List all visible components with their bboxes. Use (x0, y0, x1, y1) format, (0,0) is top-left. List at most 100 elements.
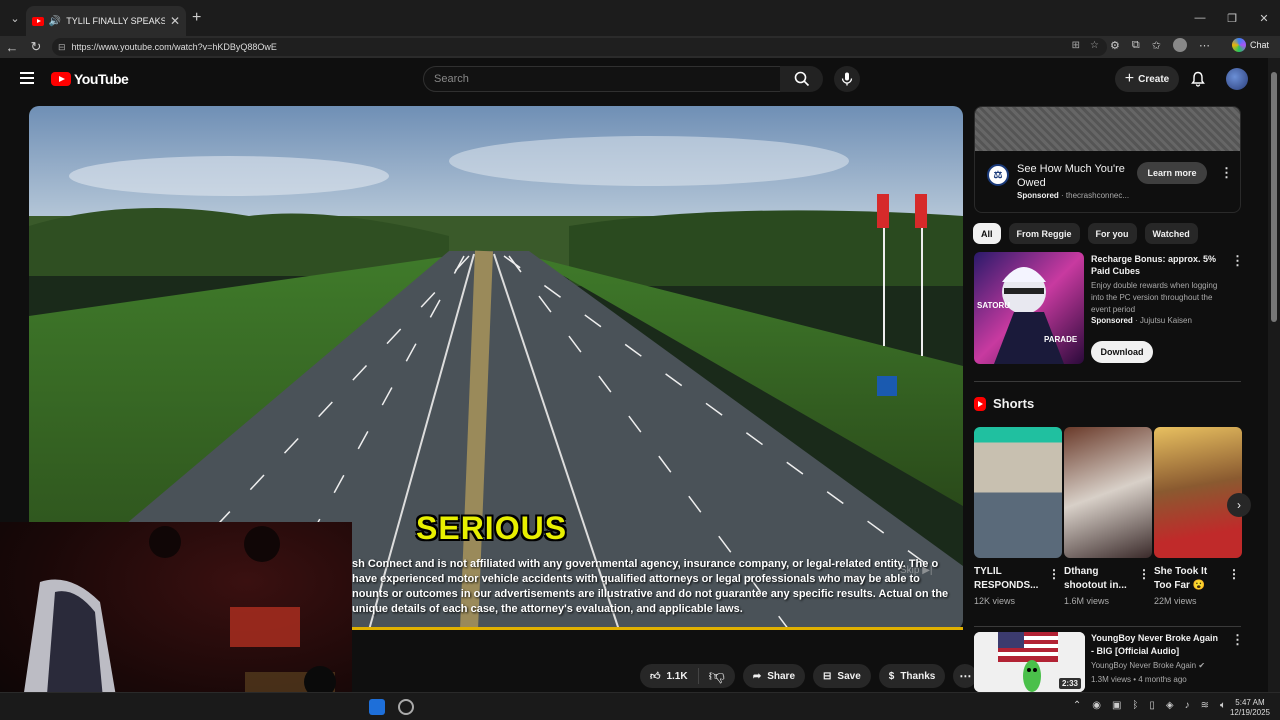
notifications-button[interactable] (1189, 70, 1207, 88)
guide-menu-icon[interactable] (20, 72, 34, 84)
nvidia-icon[interactable]: ▣ (1112, 700, 1121, 711)
battery-icon[interactable]: ▯ (1149, 700, 1155, 711)
video-title[interactable]: YoungBoy Never Broke Again - BIG [Offici… (1091, 632, 1221, 658)
video-caption: SERIOUS (416, 510, 568, 546)
reload-icon[interactable]: ↻ (24, 39, 48, 55)
ad-sponsored-line: Sponsored · thecrashconnec... (1017, 191, 1130, 200)
profile-avatar[interactable] (1172, 38, 1187, 52)
promo-title[interactable]: Recharge Bonus: approx. 5% Paid Cubes (1091, 253, 1226, 277)
video-meta: 1.3M views • 4 months ago (1091, 675, 1187, 684)
account-avatar[interactable] (1226, 68, 1248, 90)
ad-advertiser-logo-icon: ⚖ (987, 164, 1009, 186)
plus-icon: + (1124, 70, 1135, 87)
share-label: Share (767, 670, 796, 682)
minimize-button[interactable]: — (1184, 0, 1216, 36)
chevron-right-icon: › (1237, 498, 1241, 512)
more-options-icon[interactable]: ⋯ (1199, 39, 1210, 52)
save-button[interactable]: ⊟ Save (813, 664, 871, 688)
chip-all[interactable]: All (973, 223, 1001, 244)
voice-search-button[interactable] (834, 66, 860, 92)
short-item[interactable]: She Took It Too Far 😮 22M views ⋮ (1154, 427, 1242, 606)
window-controls: — ❐ ✕ (1184, 0, 1280, 36)
store-icon[interactable] (369, 699, 385, 715)
search-box (423, 66, 781, 92)
favorite-star-icon[interactable]: ☆ (1090, 40, 1099, 51)
download-button[interactable]: Download (1091, 341, 1153, 363)
short-menu-icon[interactable]: ⋮ (1138, 567, 1150, 581)
url-field[interactable]: ⊟ https://www.youtube.com/watch?v=hKDByQ… (52, 38, 1107, 56)
create-button[interactable]: + Create (1115, 66, 1179, 92)
microphone-icon (841, 72, 853, 86)
promo-thumb-text-parade: PARADE (1044, 335, 1078, 344)
short-menu-icon[interactable]: ⋮ (1228, 567, 1240, 581)
short-title: She Took It Too Far 😮 (1154, 566, 1208, 591)
ad-banner-image (975, 107, 1240, 151)
page-scrollbar[interactable] (1268, 58, 1280, 692)
promo-sponsored-label: Sponsored (1091, 316, 1133, 325)
new-tab-button[interactable]: + (192, 9, 201, 27)
restore-button[interactable]: ❐ (1216, 0, 1248, 36)
network-icon[interactable]: ◈ (1166, 700, 1174, 711)
short-menu-icon[interactable]: ⋮ (1048, 567, 1060, 581)
chip-for-you[interactable]: For you (1087, 223, 1137, 244)
app-icon[interactable] (398, 699, 414, 715)
volume-icon[interactable]: 🔈︎ (1220, 700, 1226, 711)
ad-title: See How Much You're Owed (1017, 163, 1125, 189)
video-thumbnail[interactable]: 2:33 (974, 632, 1085, 692)
short-item[interactable]: TYLIL RESPONDS... 12K views ⋮ (974, 427, 1062, 606)
split-screen-icon[interactable]: ⧉ (1132, 39, 1140, 52)
skip-label: Skip (900, 565, 920, 576)
video-actions: 👍︎ 1.1K 👎︎ ➦ Share ⊟ Save $ Thanks ⋯ (640, 664, 978, 688)
tab-actions-menu-icon[interactable]: ⌄ (2, 5, 28, 31)
shorts-next-button[interactable]: › (1227, 493, 1251, 517)
youtube-favicon-icon (32, 16, 44, 26)
promo-menu-icon[interactable]: ⋮ (1231, 253, 1244, 269)
search-button[interactable] (780, 66, 823, 92)
skip-ad-button[interactable]: Skip ▶| (900, 565, 933, 576)
back-icon[interactable]: ← (0, 40, 24, 55)
app-available-icon[interactable]: ⊞ (1072, 40, 1080, 51)
chip-watched[interactable]: Watched (1144, 223, 1198, 244)
discord-icon[interactable]: ◉ (1092, 700, 1101, 711)
favorites-icon[interactable]: ✩ (1152, 39, 1161, 52)
tab-close-icon[interactable]: ✕ (170, 14, 180, 28)
bell-icon (1191, 71, 1205, 87)
bluetooth-icon[interactable]: ᛒ (1132, 700, 1138, 711)
dislike-button[interactable]: 👎︎ (699, 667, 735, 686)
learn-more-button[interactable]: Learn more (1137, 162, 1207, 184)
speaker-icon[interactable]: 🔊 (49, 16, 61, 27)
shorts-heading-label: Shorts (993, 396, 1035, 411)
wifi-icon[interactable]: ≋ (1201, 700, 1209, 711)
short-item[interactable]: Dthang shootout in... 1.6M views ⋮ (1064, 427, 1152, 606)
url-actions: ⊞ ☆ (1072, 40, 1099, 51)
video-menu-icon[interactable]: ⋮ (1231, 632, 1244, 648)
ad-disclaimer-text: sh Connect and is not affiliated with an… (352, 558, 949, 615)
video-channel[interactable]: YoungBoy Never Broke Again ✔ (1091, 661, 1205, 670)
tray-expand-icon[interactable]: ⌃ (1073, 700, 1081, 711)
video-progress-bar[interactable] (352, 627, 963, 630)
search-input[interactable] (434, 73, 780, 85)
youtube-masthead: YouTube + Create (0, 58, 1268, 100)
like-button[interactable]: 👍︎ 1.1K (640, 668, 699, 684)
chip-from-reggie[interactable]: From Reggie (1008, 223, 1080, 244)
copilot-chat-button[interactable]: Chat (1232, 38, 1269, 52)
browser-tab[interactable]: 🔊 TYLIL FINALLY SPEAKS OUT ! ✕ (26, 6, 186, 36)
share-button[interactable]: ➦ Share (742, 664, 806, 688)
thanks-button[interactable]: $ Thanks (878, 664, 946, 688)
like-dislike-group: 👍︎ 1.1K 👎︎ (640, 664, 735, 688)
sidebar-ad[interactable]: ⚖ See How Much You're Owed Sponsored · t… (974, 106, 1241, 213)
site-info-icon[interactable]: ⊟ (58, 42, 66, 53)
close-window-button[interactable]: ✕ (1248, 0, 1280, 36)
save-label: Save (837, 670, 861, 682)
system-clock[interactable]: 5:47 AM 12/19/2025 (1230, 698, 1270, 718)
promo-thumbnail[interactable]: SATORU PARADE (974, 252, 1084, 364)
ad-menu-icon[interactable]: ⋮ (1220, 165, 1233, 181)
shorts-icon (974, 396, 986, 411)
video-channel-name: YoungBoy Never Broke Again (1091, 661, 1197, 670)
microphone-tray-icon[interactable]: ♪ (1185, 700, 1190, 711)
shorts-heading: Shorts (974, 396, 1034, 411)
youtube-logo[interactable]: YouTube (51, 71, 129, 87)
promo-artwork: SATORU PARADE (977, 267, 1078, 364)
scrollbar-thumb[interactable] (1271, 72, 1277, 322)
extensions-icon[interactable]: ⚙ (1110, 39, 1120, 52)
